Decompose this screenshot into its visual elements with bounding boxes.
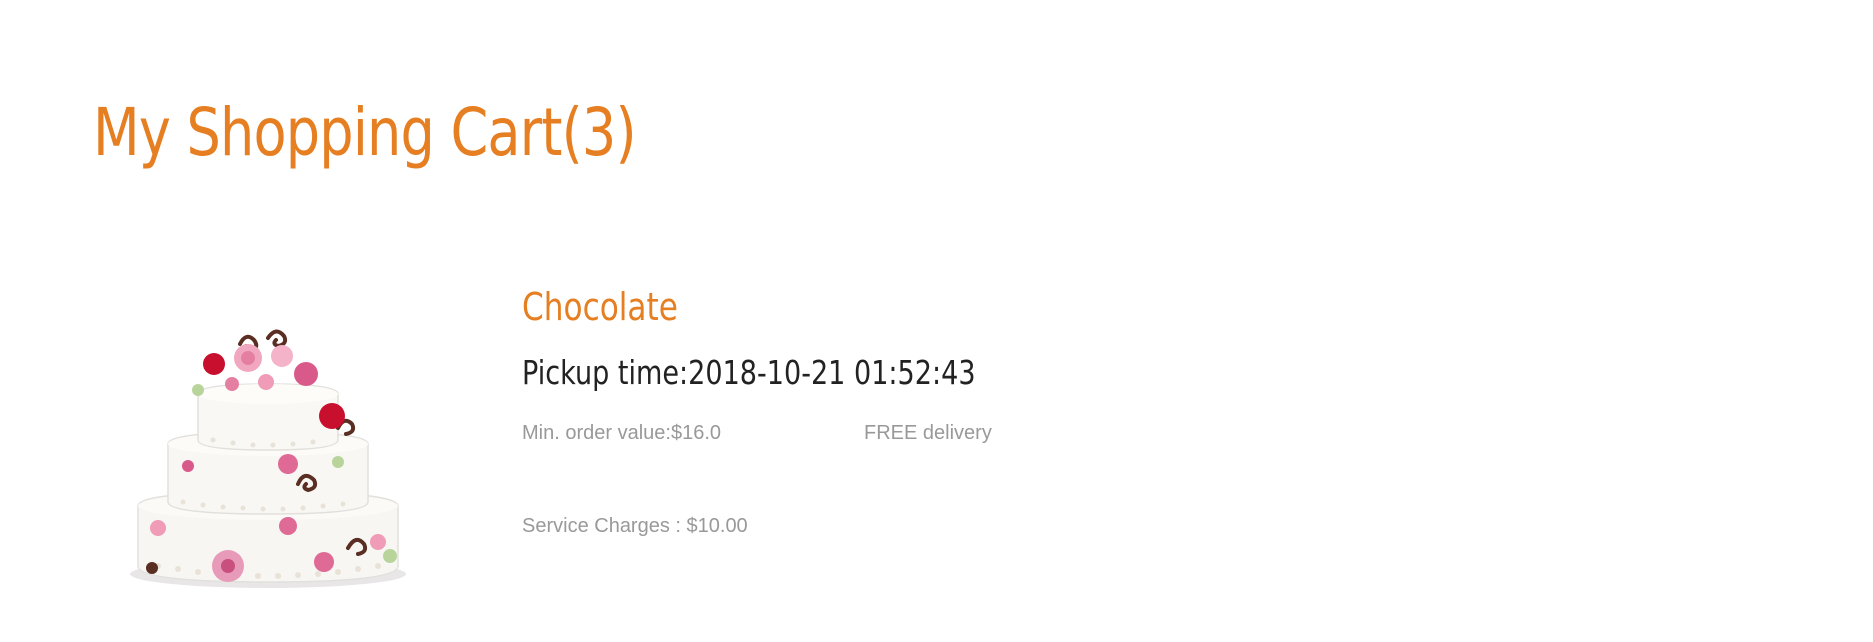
pickup-time-label: Pickup time:	[522, 353, 689, 392]
pickup-time-value: 2018-10-21 01:52:43	[688, 353, 976, 392]
product-image[interactable]	[128, 316, 418, 596]
min-order-value: Min. order value:$16.0	[522, 422, 722, 444]
product-name[interactable]: Chocolate	[522, 282, 678, 332]
service-charges: Service Charges : $10.00	[522, 515, 748, 537]
pickup-time: Pickup time:2018-10-21 01:52:43	[522, 350, 976, 396]
delivery-info: FREE delivery	[864, 422, 992, 444]
cart-item: Chocolate Pickup time:2018-10-21 01:52:4…	[0, 0, 1873, 642]
